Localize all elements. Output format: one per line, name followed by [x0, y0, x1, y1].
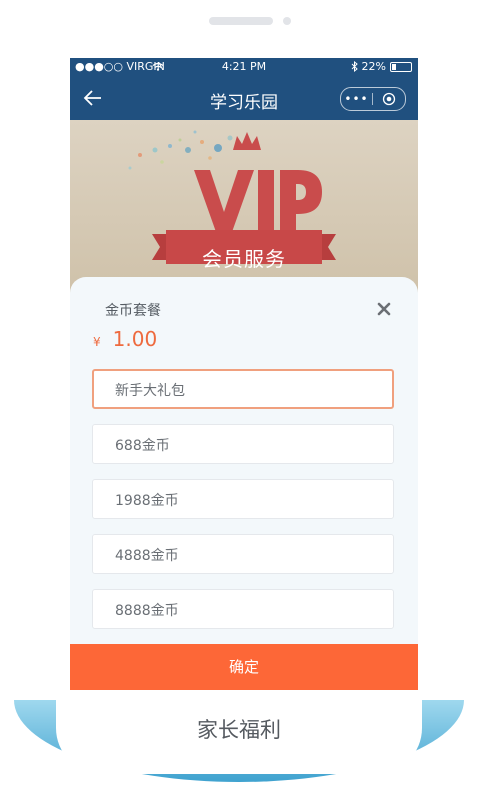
package-option-label: 新手大礼包: [115, 383, 185, 399]
battery-icon: [390, 61, 412, 72]
status-right: 22%: [351, 60, 412, 73]
package-option-688[interactable]: 688金币: [92, 424, 394, 464]
package-option-8888[interactable]: 8888金币: [92, 589, 394, 629]
target-icon: [382, 92, 395, 106]
battery-percent: 22%: [361, 60, 386, 73]
close-program-button[interactable]: [373, 92, 404, 106]
package-option-label: 1988金币: [115, 493, 179, 509]
more-button[interactable]: •••: [341, 92, 372, 106]
price-amount: 1.00: [112, 327, 158, 351]
vip-banner-text: 会员服务: [202, 247, 286, 271]
bluetooth-icon: [351, 61, 358, 72]
nav-bar: 学习乐园 •••: [70, 76, 418, 120]
mini-program-capsule: •••: [340, 87, 406, 111]
package-option-4888[interactable]: 4888金币: [92, 534, 394, 574]
package-option-label: 4888金币: [115, 548, 179, 564]
package-option-newbie[interactable]: 新手大礼包: [92, 369, 394, 409]
close-icon[interactable]: [375, 300, 393, 318]
package-option-label: 688金币: [115, 438, 170, 454]
coin-package-sheet: 金币套餐 ¥ 1.00 新手大礼包 688金币 1988金币 4888金币 88…: [70, 277, 418, 690]
package-option-label: 8888金币: [115, 603, 179, 619]
currency-symbol: ¥: [93, 335, 101, 349]
status-bar: ●●●○○ VIRGIN 4:21 PM 22%: [70, 58, 418, 76]
caption-text: 家长福利: [197, 718, 281, 742]
device-speaker: [209, 17, 273, 25]
confirm-button[interactable]: 确定: [70, 644, 418, 690]
price-display: ¥ 1.00: [93, 327, 157, 351]
package-option-1988[interactable]: 1988金币: [92, 479, 394, 519]
sheet-title: 金币套餐: [105, 303, 161, 319]
device-camera: [283, 17, 291, 25]
wifi-icon: [152, 62, 164, 71]
phone-screen: ●●●○○ VIRGIN 4:21 PM 22% 学习乐园 ••• 会员服务 金…: [70, 58, 418, 690]
